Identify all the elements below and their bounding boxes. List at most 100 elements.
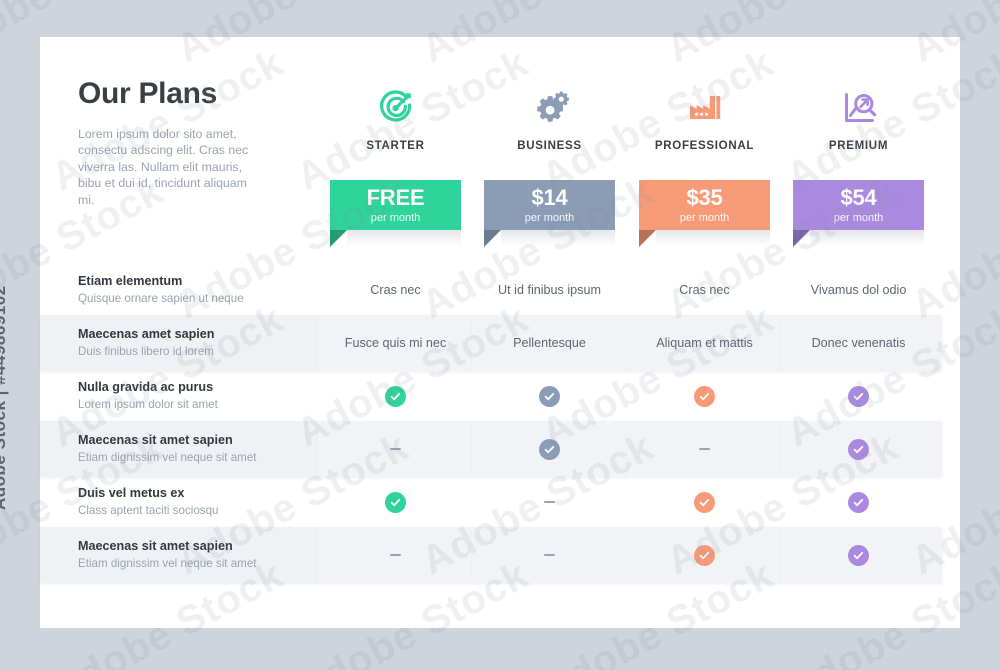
check-icon xyxy=(848,544,869,566)
factory-icon xyxy=(639,85,770,131)
plan-name: STARTER xyxy=(366,140,425,152)
pricing-card: Our Plans Lorem ipsum dolor sito amet, c… xyxy=(40,37,960,628)
feature-label: Maecenas sit amet sapien Etiam dignissim… xyxy=(78,433,318,465)
feature-cell xyxy=(330,421,461,477)
feature-cell xyxy=(639,371,770,421)
feature-rows: Etiam elementum Quisque ornare sapien ut… xyxy=(40,265,960,583)
feature-subtitle: Etiam dignissim vel neque sit amet xyxy=(78,557,257,570)
feature-cell: Vivamus dol odio xyxy=(793,265,924,315)
check-icon xyxy=(848,385,869,407)
feature-cell: Donec venenatis xyxy=(793,315,924,371)
check-icon xyxy=(539,438,560,460)
check-icon xyxy=(694,385,715,407)
feature-cell xyxy=(639,421,770,477)
price-ribbon-premium[interactable]: $54 per month xyxy=(793,180,924,247)
cell-text: Pellentesque xyxy=(513,336,586,350)
pricing-header: Our Plans Lorem ipsum dolor sito amet, c… xyxy=(40,37,960,265)
feature-subtitle: Quisque ornare sapien ut neque xyxy=(78,292,244,305)
stock-id-watermark: Adobe Stock | #449869102 xyxy=(0,285,9,510)
feature-label: Maecenas sit amet sapien Etiam dignissim… xyxy=(78,539,318,571)
feature-cell: Aliquam et mattis xyxy=(639,315,770,371)
feature-row: Maecenas sit amet sapien Etiam dignissim… xyxy=(40,527,960,583)
feature-title: Etiam elementum xyxy=(78,274,183,288)
cell-text: Vivamus dol odio xyxy=(810,283,907,297)
plan-header-professional: PROFESSIONAL xyxy=(639,85,770,152)
target-arrow-icon xyxy=(330,85,461,131)
price-ribbon-professional[interactable]: $35 per month xyxy=(639,180,770,247)
feature-cell xyxy=(330,527,461,583)
page-title: Our Plans xyxy=(78,77,218,110)
plan-name: BUSINESS xyxy=(517,140,582,152)
price-ribbon-business[interactable]: $14 per month xyxy=(484,180,615,247)
feature-cell: Fusce quis mi nec xyxy=(330,315,461,371)
feature-cell: Cras nec xyxy=(639,265,770,315)
ribbon-tail xyxy=(793,230,810,247)
feature-cell xyxy=(484,421,615,477)
feature-title: Maecenas amet sapien xyxy=(78,327,215,341)
price-amount: $35 xyxy=(686,184,723,210)
dash-icon xyxy=(699,448,710,450)
feature-label: Nulla gravida ac purus Lorem ipsum dolor… xyxy=(78,380,318,412)
feature-cell xyxy=(330,371,461,421)
ribbon-shadow xyxy=(810,230,924,246)
price-amount: FREE xyxy=(366,184,425,210)
feature-subtitle: Duis finibus libero id lorem xyxy=(78,345,214,358)
ribbon-tail xyxy=(484,230,501,247)
plan-header-premium: PREMIUM xyxy=(793,85,924,152)
ribbon-shadow xyxy=(656,230,770,246)
feature-label: Etiam elementum Quisque ornare sapien ut… xyxy=(78,274,318,306)
check-icon xyxy=(848,438,869,460)
feature-cell xyxy=(793,527,924,583)
price-period: per month xyxy=(833,211,884,224)
feature-cell: Ut id finibus ipsum xyxy=(484,265,615,315)
ribbon-shadow xyxy=(501,230,615,246)
plan-header-starter: STARTER xyxy=(330,85,461,152)
cell-text: Aliquam et mattis xyxy=(656,336,753,350)
feature-cell xyxy=(330,477,461,527)
check-icon xyxy=(848,491,869,513)
feature-label: Maecenas amet sapien Duis finibus libero… xyxy=(78,327,318,359)
cell-text: Donec venenatis xyxy=(811,336,906,350)
price-period: per month xyxy=(370,211,421,224)
feature-subtitle: Etiam dignissim vel neque sit amet xyxy=(78,451,257,464)
feature-cell xyxy=(484,527,615,583)
dash-icon xyxy=(544,501,555,503)
feature-subtitle: Lorem ipsum dolor sit amet xyxy=(78,398,218,411)
feature-title: Maecenas sit amet sapien xyxy=(78,433,233,447)
feature-cell: Pellentesque xyxy=(484,315,615,371)
feature-row: Maecenas amet sapien Duis finibus libero… xyxy=(40,315,960,371)
feature-cell xyxy=(639,477,770,527)
price-ribbon-starter[interactable]: FREE per month xyxy=(330,180,461,247)
feature-row: Duis vel metus ex Class aptent taciti so… xyxy=(40,477,960,527)
price-amount: $14 xyxy=(531,184,568,210)
price-period: per month xyxy=(524,211,575,224)
feature-cell xyxy=(793,371,924,421)
check-icon xyxy=(694,491,715,513)
plan-name: PROFESSIONAL xyxy=(654,140,755,152)
feature-cell xyxy=(639,527,770,583)
plan-header-business: BUSINESS xyxy=(484,85,615,152)
check-icon xyxy=(539,385,560,407)
feature-cell xyxy=(793,477,924,527)
dash-icon xyxy=(390,448,401,450)
plan-name: PREMIUM xyxy=(828,140,889,152)
check-icon xyxy=(694,544,715,566)
feature-cell: Cras nec xyxy=(330,265,461,315)
cell-text: Cras nec xyxy=(679,283,730,297)
feature-row: Maecenas sit amet sapien Etiam dignissim… xyxy=(40,421,960,477)
feature-title: Maecenas sit amet sapien xyxy=(78,539,233,553)
dash-icon xyxy=(390,554,401,556)
feature-cell xyxy=(484,477,615,527)
feature-row: Nulla gravida ac purus Lorem ipsum dolor… xyxy=(40,371,960,421)
ribbon-tail xyxy=(330,230,347,247)
pricing-table-image: Our Plans Lorem ipsum dolor sito amet, c… xyxy=(0,0,1000,670)
feature-subtitle: Class aptent taciti sociosqu xyxy=(78,504,219,517)
feature-cell xyxy=(793,421,924,477)
feature-row: Etiam elementum Quisque ornare sapien ut… xyxy=(40,265,960,315)
check-icon xyxy=(385,491,406,513)
cell-text: Cras nec xyxy=(370,283,421,297)
price-period: per month xyxy=(679,211,730,224)
feature-label: Duis vel metus ex Class aptent taciti so… xyxy=(78,486,318,518)
ribbon-tail xyxy=(639,230,656,247)
price-amount: $54 xyxy=(840,184,877,210)
